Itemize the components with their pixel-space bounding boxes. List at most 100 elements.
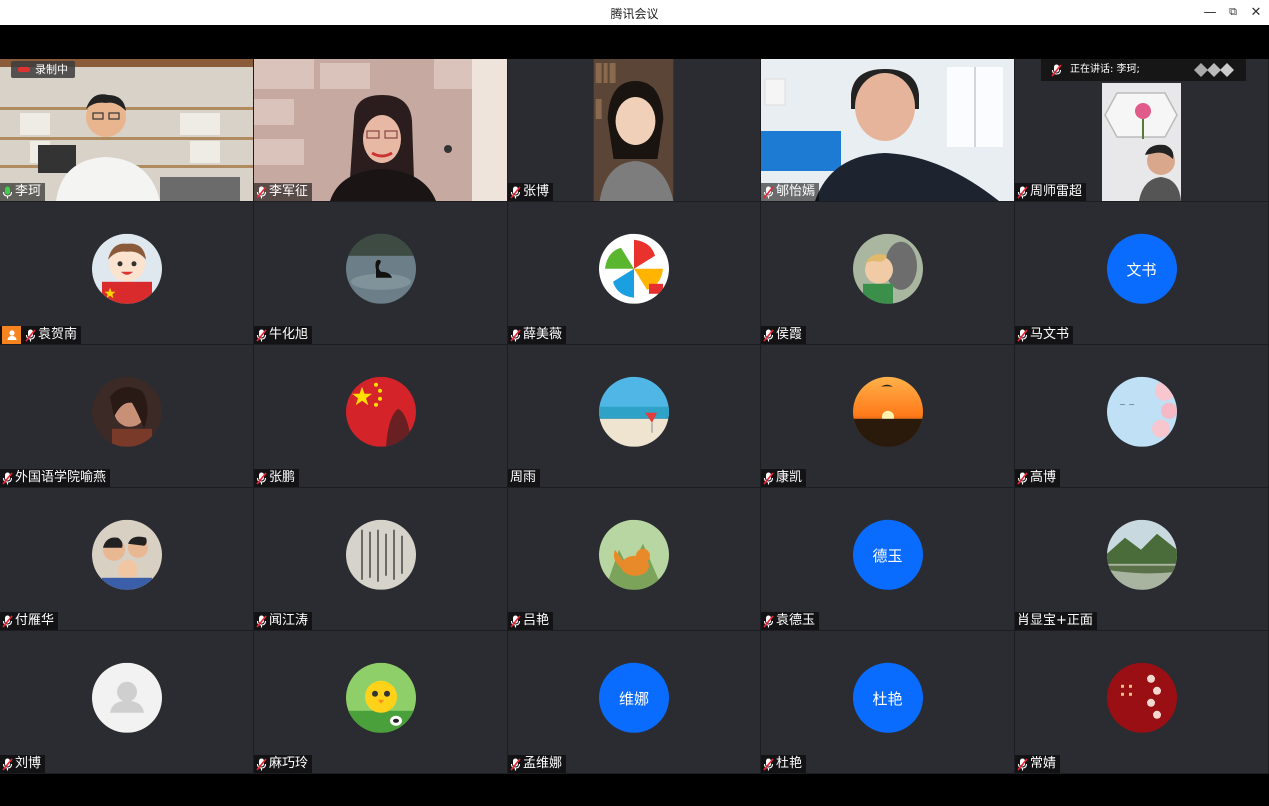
participant-tile[interactable]: ~ ~ 高博	[1015, 345, 1269, 488]
microphone-muted-icon	[763, 614, 774, 628]
participant-name-label: 郇怡嫣	[761, 183, 820, 201]
participant-name: 张博	[523, 184, 550, 199]
participant-name-label: 孟维娜	[508, 755, 567, 773]
participant-tile[interactable]: 付雁华	[0, 488, 254, 631]
participant-name: 刘博	[15, 756, 42, 771]
microphone-muted-icon	[1017, 185, 1028, 199]
participant-name: 李军征	[269, 184, 309, 199]
participant-name: 高博	[1030, 470, 1057, 485]
participant-name-label: 牛化旭	[254, 326, 313, 344]
microphone-muted-icon	[256, 185, 267, 199]
microphone-muted-icon	[763, 757, 774, 771]
participant-avatar	[345, 376, 416, 447]
microphone-muted-icon	[256, 471, 267, 485]
microphone-muted-icon	[1017, 471, 1028, 485]
participant-name: 麻巧玲	[269, 756, 309, 771]
microphone-muted-icon	[510, 757, 521, 771]
participant-name: 杜艳	[776, 756, 803, 771]
minimize-button[interactable]: —	[1199, 3, 1221, 21]
participant-video	[508, 59, 760, 201]
close-icon: ✕	[1250, 4, 1262, 20]
participant-name-label: 周雨	[508, 469, 541, 487]
participant-avatar	[91, 519, 162, 590]
participant-video	[254, 59, 507, 201]
participant-name-label: 侯霞	[761, 326, 807, 344]
microphone-muted-icon	[763, 471, 774, 485]
participant-avatar	[1106, 519, 1177, 590]
participant-avatar	[91, 376, 162, 447]
participant-tile[interactable]: 外国语学院喻燕	[0, 345, 254, 488]
participant-tile[interactable]: 周师雷超 正在讲话: 李珂;	[1015, 59, 1269, 202]
participant-name: 肖显宝+正面	[1017, 613, 1093, 628]
title-bar: 腾讯会议 — ⧉ ✕	[0, 0, 1269, 25]
participant-tile[interactable]: 康凯	[761, 345, 1015, 488]
microphone-muted-icon	[510, 614, 521, 628]
recording-badge: 录制中	[11, 61, 75, 78]
close-button[interactable]: ✕	[1245, 3, 1267, 21]
microphone-muted-icon	[2, 471, 13, 485]
participant-avatar	[1106, 662, 1177, 733]
microphone-muted-icon	[510, 185, 521, 199]
participant-tile[interactable]: 杜艳 杜艳	[761, 631, 1015, 774]
participant-tile[interactable]: 张鹏	[254, 345, 508, 488]
participant-avatar-text: 德玉	[852, 519, 923, 590]
participant-avatar	[91, 662, 162, 733]
participant-avatar-text: 文书	[1106, 233, 1177, 304]
participant-name: 孟维娜	[523, 756, 563, 771]
recording-label: 录制中	[35, 63, 68, 76]
participant-name: 康凯	[776, 470, 803, 485]
participant-tile[interactable]: 郇怡嫣	[761, 59, 1015, 202]
participant-name-label: 付雁华	[0, 612, 59, 630]
participant-name-label: 马文书	[1015, 326, 1074, 344]
participant-avatar	[852, 233, 923, 304]
restore-icon: ⧉	[1229, 5, 1237, 18]
microphone-muted-icon	[510, 328, 521, 342]
participant-avatar	[599, 233, 669, 304]
participant-name: 吕艳	[523, 613, 550, 628]
participant-name-label: 高博	[1015, 469, 1061, 487]
participant-name-label: 闻江涛	[254, 612, 313, 630]
participant-tile[interactable]: 常婧	[1015, 631, 1269, 774]
participant-tile[interactable]: 薛美薇	[508, 202, 761, 345]
recording-icon	[18, 67, 30, 72]
participant-name: 马文书	[1030, 327, 1070, 342]
participant-avatar	[345, 233, 416, 304]
participant-tile[interactable]: 李军征	[254, 59, 508, 202]
participant-tile[interactable]: 张博	[508, 59, 761, 202]
participant-avatar	[345, 519, 416, 590]
participant-tile[interactable]: 肖显宝+正面	[1015, 488, 1269, 631]
participant-tile[interactable]: 周雨	[508, 345, 761, 488]
participant-tile[interactable]: 刘博	[0, 631, 254, 774]
participant-name-label: 张博	[508, 183, 554, 201]
participant-tile[interactable]: 德玉袁德玉	[761, 488, 1015, 631]
participant-tile[interactable]: 麻巧玲	[254, 631, 508, 774]
participant-name-label: 外国语学院喻燕	[0, 469, 111, 487]
participant-avatar: ~ ~	[1106, 376, 1177, 447]
participant-name: 付雁华	[15, 613, 55, 628]
participant-name: 周雨	[510, 470, 537, 485]
svg-text:~ ~: ~ ~	[1119, 400, 1135, 409]
speaking-label: 正在讲话: 李珂;	[1070, 64, 1140, 75]
microphone-icon	[2, 186, 13, 199]
participant-tile[interactable]: 文书马文书	[1015, 202, 1269, 345]
participant-name: 薛美薇	[523, 327, 563, 342]
participant-name: 牛化旭	[269, 327, 309, 342]
participant-tile[interactable]: 袁贺南	[0, 202, 254, 345]
participant-name-label: 李珂	[0, 183, 46, 201]
participant-tile[interactable]: 闻江涛	[254, 488, 508, 631]
participant-name: 闻江涛	[269, 613, 309, 628]
participant-name-label: 常婧	[1015, 755, 1061, 773]
bottom-toolbar-area	[0, 774, 1269, 806]
participant-tile[interactable]: 李珂 录制中	[0, 59, 254, 202]
restore-button[interactable]: ⧉	[1222, 3, 1244, 21]
participant-tile[interactable]: 牛化旭	[254, 202, 508, 345]
participant-name-label: 袁德玉	[761, 612, 820, 630]
microphone-muted-icon	[763, 185, 774, 199]
microphone-muted-icon	[763, 328, 774, 342]
participant-tile[interactable]: 侯霞	[761, 202, 1015, 345]
participant-tile[interactable]: 吕艳	[508, 488, 761, 631]
participant-video	[761, 59, 1014, 201]
participant-tile[interactable]: 维娜 孟维娜	[508, 631, 761, 774]
participant-name: 张鹏	[269, 470, 296, 485]
participant-name-label: 肖显宝+正面	[1015, 612, 1097, 630]
